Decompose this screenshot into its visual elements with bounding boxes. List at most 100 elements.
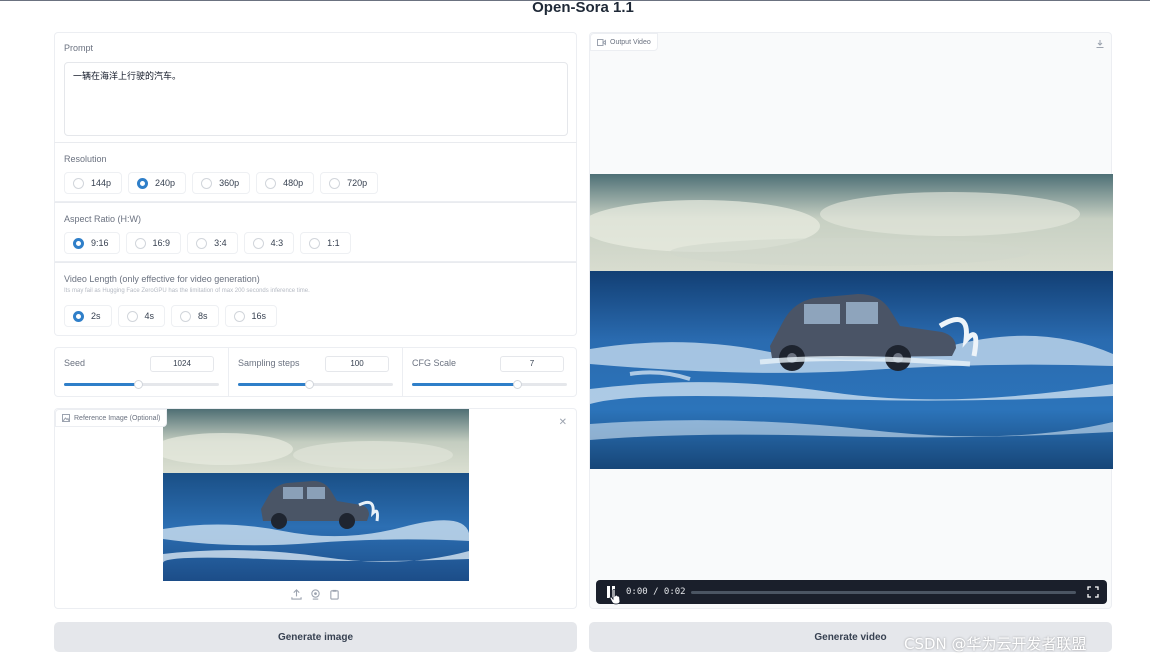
resolution-option-480p[interactable]: 480p — [256, 172, 315, 194]
prompt-block: Prompt 一辆在海洋上行驶的汽车。 — [54, 32, 577, 142]
video-length-label: Video Length (only effective for video g… — [64, 274, 260, 284]
watermark: CSDN @华为云开发者联盟 — [904, 635, 1087, 653]
clipboard-icon[interactable] — [329, 589, 340, 600]
option-label: 8s — [198, 311, 208, 321]
video-frame-picture — [590, 174, 1113, 469]
download-icon[interactable] — [1095, 39, 1105, 49]
video-camera-icon — [597, 38, 606, 46]
option-label: 3:4 — [214, 238, 227, 248]
video-controls-bar: 0:00 / 0:02 — [596, 580, 1107, 605]
video-player-frame[interactable] — [590, 174, 1113, 469]
seed-slider-track[interactable] — [64, 380, 219, 389]
sampling-steps-slider-fill — [238, 383, 310, 386]
length-option-2s[interactable]: 2s — [64, 305, 112, 327]
option-label: 2s — [91, 311, 101, 321]
aspect-ratio-label: Aspect Ratio (H:W) — [64, 214, 142, 224]
sampling-steps-input[interactable]: 100 — [325, 356, 389, 372]
resolution-label: Resolution — [64, 154, 107, 164]
cfg-scale-input[interactable]: 7 — [500, 356, 564, 372]
aspect-option-4-3[interactable]: 4:3 — [243, 232, 295, 254]
length-option-4s[interactable]: 4s — [117, 305, 166, 327]
radio-icon — [134, 237, 146, 249]
cfg-scale-label: CFG Scale — [412, 358, 457, 368]
video-length-block: Video Length (only effective for video g… — [54, 262, 577, 336]
seed-control: Seed 1024 — [55, 348, 229, 396]
option-label: 16s — [251, 311, 267, 321]
length-option-8s[interactable]: 8s — [171, 305, 219, 327]
output-video-tag: Output Video — [590, 33, 658, 51]
resolution-option-240p[interactable]: 240p — [128, 172, 187, 194]
seed-slider-fill — [64, 383, 139, 386]
radio-icon — [201, 177, 213, 189]
video-length-options: 2s 4s 8s 16s — [64, 305, 278, 327]
cfg-scale-slider-track[interactable] — [412, 380, 567, 389]
cfg-scale-slider-handle[interactable] — [513, 380, 523, 389]
prompt-textarea[interactable]: 一辆在海洋上行驶的汽车。 — [64, 62, 568, 136]
aspect-ratio-options: 9:16 16:9 3:4 4:3 1:1 — [64, 232, 351, 254]
webcam-icon[interactable] — [310, 589, 321, 600]
length-option-16s[interactable]: 16s — [224, 305, 278, 327]
radio-icon — [137, 177, 149, 189]
radio-icon — [309, 237, 321, 249]
radio-icon — [265, 177, 277, 189]
reference-image-label: Reference Image (Optional) — [74, 414, 161, 422]
seed-input[interactable]: 1024 — [150, 356, 214, 372]
image-icon — [62, 414, 70, 422]
option-label: 144p — [91, 178, 112, 188]
option-label: 240p — [155, 178, 176, 188]
aspect-option-3-4[interactable]: 3:4 — [187, 232, 238, 254]
seed-label: Seed — [64, 358, 86, 368]
upload-icon[interactable] — [291, 589, 302, 600]
aspect-option-16-9[interactable]: 16:9 — [125, 232, 182, 254]
reference-image-tag: Reference Image (Optional) — [55, 409, 168, 427]
output-video-label: Output Video — [610, 38, 651, 46]
video-time-display: 0:00 / 0:02 — [626, 587, 686, 597]
sampling-steps-slider-handle[interactable] — [305, 380, 315, 389]
radio-icon — [126, 310, 138, 322]
radio-icon — [73, 237, 84, 249]
option-label: 4:3 — [270, 238, 284, 248]
option-label: 9:16 — [91, 238, 109, 248]
option-label: 1:1 — [327, 238, 340, 248]
option-label: 720p — [347, 178, 368, 188]
reference-image-block: Reference Image (Optional) ✕ — [54, 408, 577, 609]
option-label: 16:9 — [152, 238, 171, 248]
radio-icon — [73, 177, 84, 189]
resolution-option-720p[interactable]: 720p — [320, 172, 379, 194]
aspect-option-1-1[interactable]: 1:1 — [300, 232, 351, 254]
radio-icon — [73, 310, 84, 322]
reference-image-picture — [163, 409, 469, 581]
reference-image-tools — [291, 589, 340, 600]
seed-slider-handle[interactable] — [134, 380, 144, 389]
option-label: 360p — [219, 178, 240, 188]
sampling-steps-control: Sampling steps 100 — [229, 348, 403, 396]
radio-icon — [329, 177, 341, 189]
output-video-block: Output Video 0:00 / 0:02 — [589, 32, 1113, 609]
app-title: Open-Sora 1.1 — [532, 0, 634, 16]
radio-icon — [252, 237, 264, 249]
aspect-ratio-block: Aspect Ratio (H:W) 9:16 16:9 3:4 4:3 1:1 — [54, 202, 577, 262]
radio-icon — [233, 310, 245, 322]
hand-cursor-icon — [609, 589, 621, 605]
video-length-hint: Its may fail as Hugging Face ZeroGPU has… — [64, 288, 310, 294]
close-icon[interactable]: ✕ — [559, 417, 567, 428]
sliders-block: Seed 1024 Sampling steps 100 CFG Scale 7 — [54, 347, 577, 397]
radio-icon — [196, 237, 208, 249]
sampling-steps-label: Sampling steps — [238, 358, 300, 368]
fullscreen-icon[interactable] — [1087, 586, 1099, 598]
radio-icon — [180, 310, 192, 322]
video-progress-track[interactable] — [691, 591, 1076, 594]
sampling-steps-slider-track[interactable] — [238, 380, 393, 389]
generate-image-button[interactable]: Generate image — [54, 622, 577, 652]
cfg-scale-slider-fill — [412, 383, 518, 386]
prompt-label: Prompt — [64, 43, 94, 53]
reference-image — [163, 409, 469, 581]
resolution-options: 144p 240p 360p 480p 720p — [64, 172, 379, 194]
cfg-scale-control: CFG Scale 7 — [403, 348, 576, 396]
aspect-option-9-16[interactable]: 9:16 — [64, 232, 120, 254]
resolution-block: Resolution 144p 240p 360p 480p 720p — [54, 142, 577, 202]
resolution-option-360p[interactable]: 360p — [192, 172, 251, 194]
option-label: 4s — [144, 311, 155, 321]
option-label: 480p — [283, 178, 304, 188]
resolution-option-144p[interactable]: 144p — [64, 172, 123, 194]
